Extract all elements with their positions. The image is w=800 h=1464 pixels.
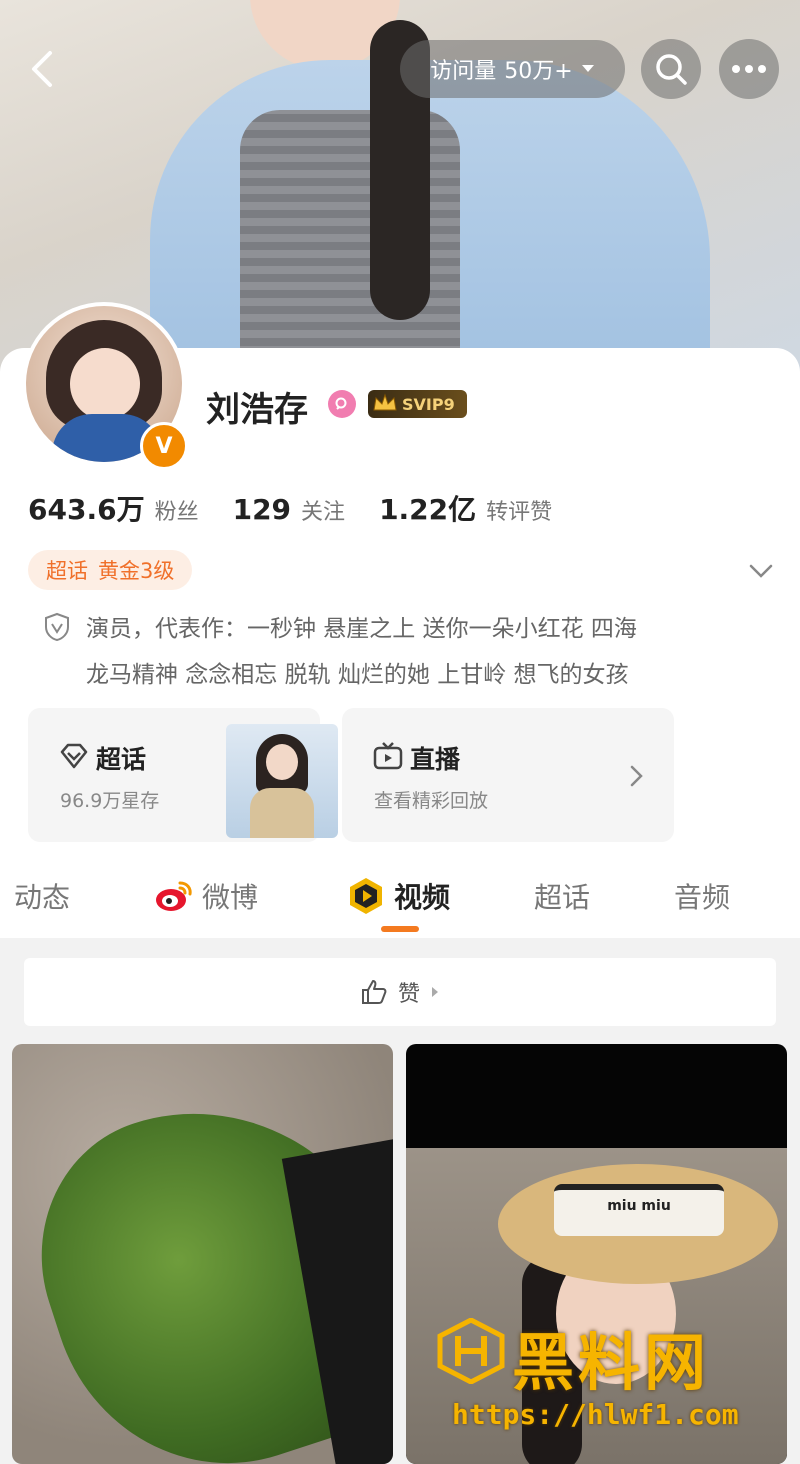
- stat-following[interactable]: 129 关注: [233, 493, 345, 526]
- more-button[interactable]: [719, 39, 779, 99]
- chevron-down-icon: [749, 564, 773, 578]
- thumbs-up-icon: [361, 980, 387, 1004]
- sort-by-likes-button[interactable]: 赞: [24, 958, 776, 1026]
- supertopic-title: 超话: [96, 745, 147, 774]
- back-button[interactable]: [18, 44, 68, 94]
- hat-brand-text: miu miu: [607, 1198, 671, 1214]
- watermark-brand: 黑料网: [512, 1326, 711, 1399]
- live-subtitle: 查看精彩回放: [374, 790, 489, 812]
- watermark-logo-icon: [437, 1318, 505, 1384]
- verified-badge: V: [140, 422, 188, 470]
- watermark-url: https://hlwf1.com: [452, 1398, 739, 1431]
- supertopic-tile[interactable]: 超话 96.9万星存: [28, 708, 338, 842]
- video-card[interactable]: [12, 1044, 393, 1464]
- supertopic-level-tag[interactable]: 超话 黄金3级: [28, 550, 193, 590]
- crown-icon: [373, 393, 397, 411]
- tab-supertopic[interactable]: 超话: [534, 876, 590, 916]
- visit-count-pill[interactable]: 访问量 50万+: [400, 40, 625, 98]
- live-title: 直播: [410, 745, 461, 774]
- caret-down-icon: [581, 65, 594, 72]
- caret-right-icon: [432, 987, 438, 997]
- profile-bio: 演员，代表作：一秒钟 悬崖之上 送你一朵小红花 四海 龙马精神 念念相忘 脱轨 …: [86, 616, 637, 688]
- tab-weibo[interactable]: 微博: [154, 876, 258, 916]
- more-icon: [732, 65, 766, 73]
- tab-audio[interactable]: 音频: [674, 876, 730, 916]
- svip-badge[interactable]: SVIP9: [368, 390, 467, 418]
- shield-v-icon: [45, 612, 69, 642]
- tab-feed[interactable]: 动态: [14, 876, 70, 916]
- live-tile[interactable]: 直播 查看精彩回放: [342, 708, 674, 842]
- active-tab-indicator: [381, 926, 419, 932]
- video-icon: [350, 878, 382, 914]
- chevron-right-icon: [630, 765, 643, 787]
- chevron-left-icon: [32, 51, 52, 87]
- stat-interactions[interactable]: 1.22亿 转评赞: [379, 488, 552, 528]
- search-icon: [656, 54, 687, 85]
- visit-count: 50万+: [504, 59, 573, 84]
- supertopic-subtitle: 96.9万星存: [60, 790, 160, 812]
- profile-name: 刘浩存: [206, 390, 308, 430]
- diamond-icon: [60, 743, 88, 769]
- visit-label: 访问量: [430, 59, 497, 84]
- search-button[interactable]: [641, 39, 701, 99]
- tab-video[interactable]: 视频: [346, 876, 450, 916]
- supertopic-thumbnail: [226, 724, 338, 838]
- tv-icon: [373, 742, 403, 770]
- weibo-icon: [156, 881, 192, 911]
- search-badge-icon[interactable]: [328, 390, 356, 418]
- stat-followers[interactable]: 643.6万 粉丝: [28, 488, 199, 528]
- profile-stats: 643.6万 粉丝 129 关注 1.22亿 转评赞: [28, 488, 586, 528]
- expand-button[interactable]: [746, 556, 776, 586]
